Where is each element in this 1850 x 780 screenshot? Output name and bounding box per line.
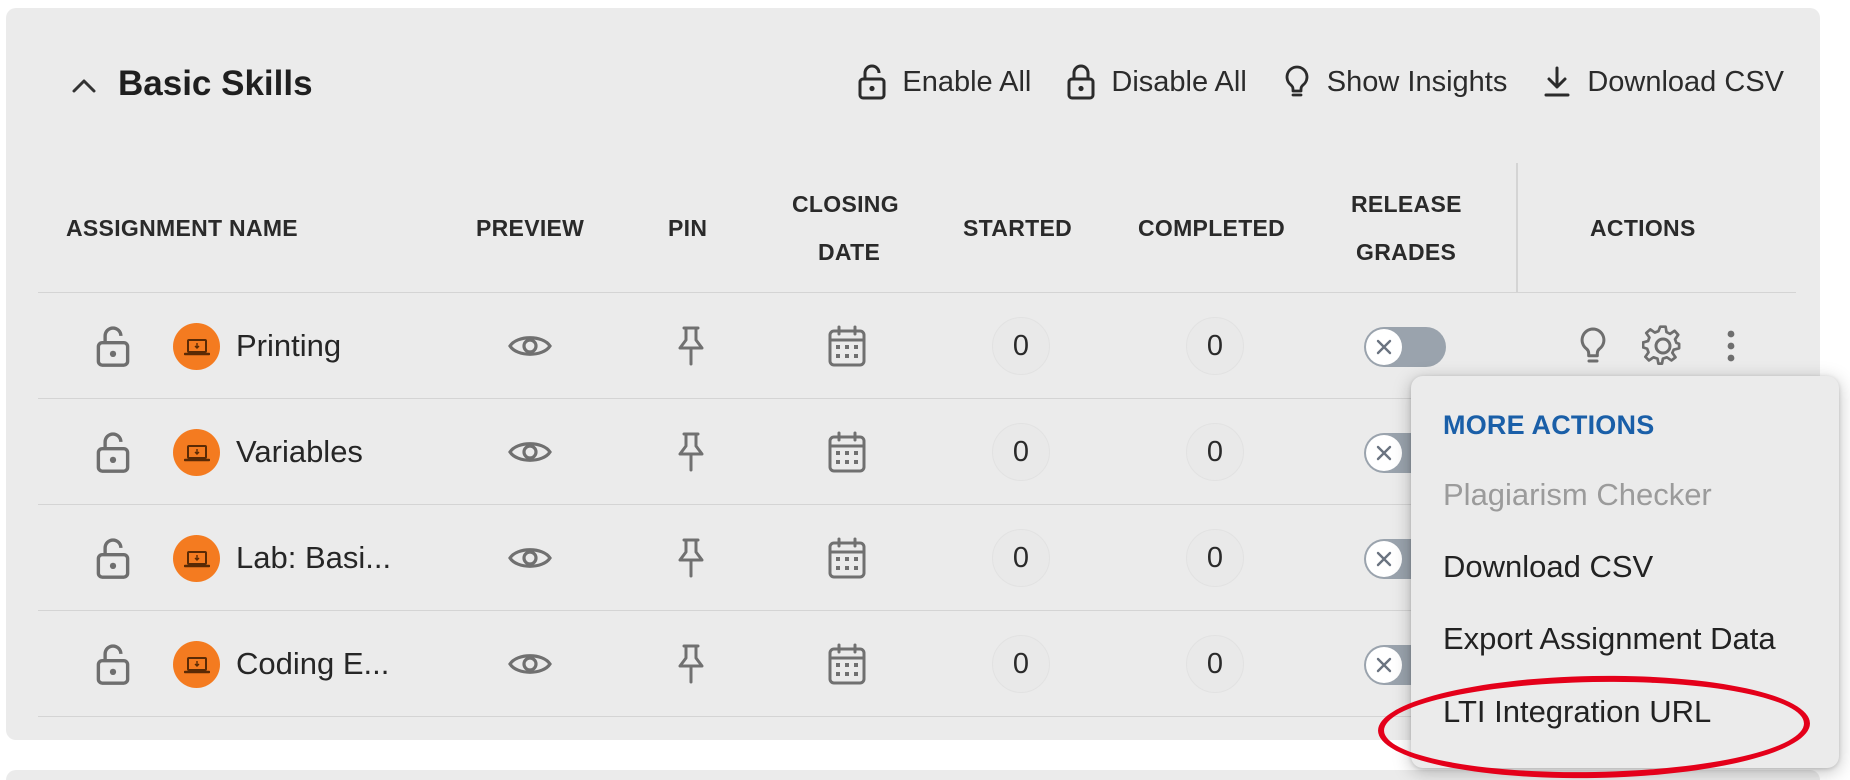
completed-count: 0: [1186, 635, 1244, 693]
laptop-icon: [173, 323, 220, 370]
eye-icon[interactable]: [500, 399, 560, 505]
assignment-name[interactable]: Lab: Basi...: [236, 505, 391, 611]
lock-open-icon[interactable]: [93, 399, 133, 505]
started-count: 0: [992, 529, 1050, 587]
header-preview: PREVIEW: [476, 215, 585, 241]
show-insights-label: Show Insights: [1326, 65, 1508, 98]
enable-all-button[interactable]: Enable All: [856, 64, 1031, 100]
close-icon: [1366, 647, 1402, 683]
header-grades: GRADES: [1356, 239, 1457, 265]
header-assignment-name: ASSIGNMENT NAME: [66, 215, 298, 241]
header-completed: COMPLETED: [1138, 215, 1286, 241]
laptop-icon: [173, 641, 220, 688]
laptop-icon: [173, 429, 220, 476]
lock-open-icon: [858, 64, 886, 100]
header-closing: CLOSING: [792, 191, 899, 217]
laptop-icon: [173, 535, 220, 582]
pin-icon[interactable]: [666, 611, 716, 717]
close-icon: [1366, 541, 1402, 577]
eye-icon[interactable]: [500, 611, 560, 717]
header-date: DATE: [818, 239, 881, 265]
disable-all-button[interactable]: Disable All: [1065, 64, 1247, 100]
started-count: 0: [992, 317, 1050, 375]
menu-item-plagiarism-checker: Plagiarism Checker: [1443, 477, 1712, 512]
completed-count: 0: [1186, 317, 1244, 375]
more-actions-menu: MORE ACTIONS Plagiarism Checker Download…: [1411, 376, 1839, 768]
download-icon: [1544, 66, 1570, 97]
section-header: Basic Skills Enable All Disable All Show…: [6, 8, 1820, 148]
assignment-name[interactable]: Printing: [236, 293, 341, 399]
close-icon: [1366, 329, 1402, 365]
header-release: RELEASE: [1351, 191, 1462, 217]
calendar-icon[interactable]: [822, 505, 872, 611]
lock-icon: [1067, 64, 1095, 100]
lock-open-icon[interactable]: [93, 505, 133, 611]
calendar-icon[interactable]: [822, 399, 872, 505]
pin-icon[interactable]: [666, 399, 716, 505]
show-insights-button[interactable]: Show Insights: [1281, 64, 1508, 100]
menu-item-download-csv[interactable]: Download CSV: [1443, 549, 1653, 585]
eye-icon[interactable]: [500, 293, 560, 399]
actions-divider: [1516, 163, 1518, 293]
disable-all-label: Disable All: [1111, 65, 1247, 98]
assignment-name[interactable]: Variables: [236, 399, 363, 505]
download-csv-button[interactable]: Download CSV: [1541, 64, 1784, 100]
menu-item-lti-integration-url[interactable]: LTI Integration URL: [1443, 694, 1711, 730]
header-actions: ACTIONS: [1590, 215, 1696, 241]
menu-title: MORE ACTIONS: [1443, 410, 1655, 440]
release-grades-toggle[interactable]: [1364, 327, 1446, 367]
menu-item-export-assignment-data[interactable]: Export Assignment Data: [1443, 621, 1776, 657]
next-section-panel: [6, 770, 1820, 780]
pin-icon[interactable]: [666, 293, 716, 399]
section-toolbar: Enable All Disable All Show Insights Dow…: [856, 64, 1784, 100]
header-started: STARTED: [963, 215, 1073, 241]
completed-count: 0: [1186, 529, 1244, 587]
calendar-icon[interactable]: [822, 293, 872, 399]
lightbulb-icon[interactable]: [1570, 323, 1616, 369]
table-header: ASSIGNMENT NAME PREVIEW PIN CLOSING DATE…: [38, 163, 1796, 293]
enable-all-label: Enable All: [902, 65, 1032, 98]
more-vertical-icon[interactable]: [1708, 323, 1754, 369]
eye-icon[interactable]: [500, 505, 560, 611]
lock-open-icon[interactable]: [93, 293, 133, 399]
section-title: Basic Skills: [118, 64, 313, 103]
pin-icon[interactable]: [666, 505, 716, 611]
started-count: 0: [992, 423, 1050, 481]
assignment-name[interactable]: Coding E...: [236, 611, 389, 717]
lightbulb-icon: [1285, 65, 1309, 97]
header-pin: PIN: [668, 215, 708, 241]
completed-count: 0: [1186, 423, 1244, 481]
started-count: 0: [992, 635, 1050, 693]
download-csv-label: Download CSV: [1587, 65, 1784, 98]
lock-open-icon[interactable]: [93, 611, 133, 717]
chevron-up-icon[interactable]: [64, 66, 104, 106]
close-icon: [1366, 435, 1402, 471]
calendar-icon[interactable]: [822, 611, 872, 717]
gear-icon[interactable]: [1640, 323, 1686, 369]
